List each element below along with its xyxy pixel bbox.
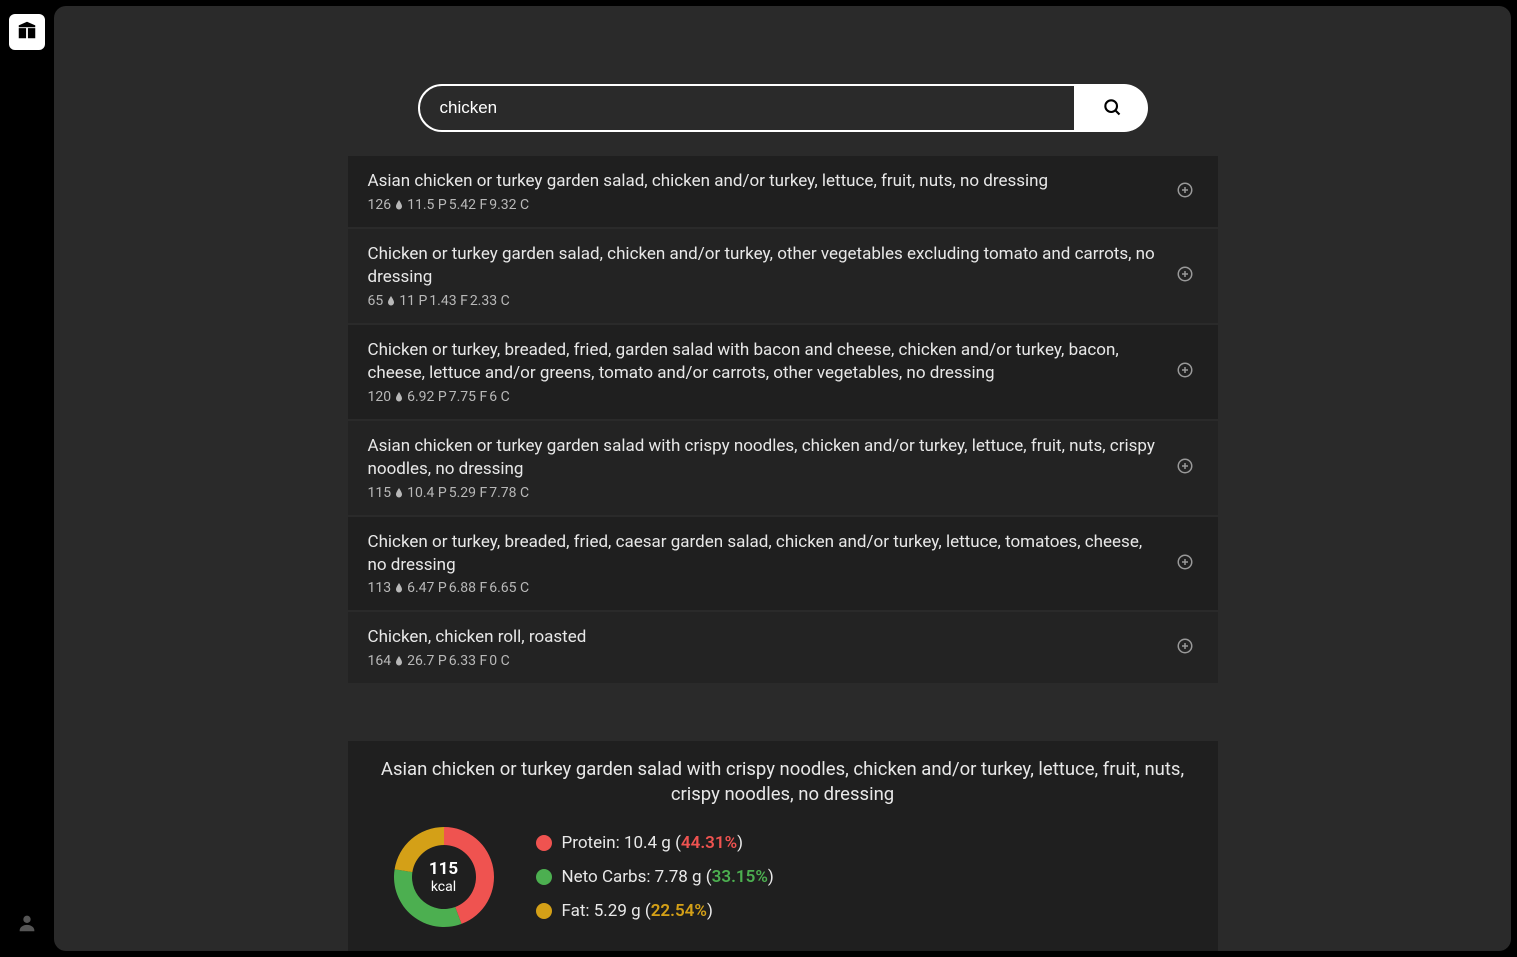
result-carbs: 0 C <box>489 653 509 669</box>
result-fat: 1.43 F <box>429 293 468 309</box>
add-food-button[interactable] <box>1172 359 1198 385</box>
detail-title: Asian chicken or turkey garden salad wit… <box>372 757 1194 807</box>
result-title: Chicken or turkey, breaded, fried, caesa… <box>368 531 1160 577</box>
result-protein: 11 P <box>399 293 427 309</box>
result-kcal: 120 <box>368 389 392 405</box>
main-panel: Asian chicken or turkey garden salad, ch… <box>54 6 1511 951</box>
result-title: Chicken or turkey, breaded, fried, garde… <box>368 339 1160 385</box>
result-row[interactable]: Chicken or turkey garden salad, chicken … <box>348 229 1218 323</box>
result-row[interactable]: Chicken or turkey, breaded, fried, garde… <box>348 325 1218 419</box>
plus-circle-icon <box>1176 637 1194 658</box>
result-fat: 6.33 F <box>449 653 488 669</box>
water-drop-icon <box>385 295 397 307</box>
plus-circle-icon <box>1176 181 1194 202</box>
sidebar-item-profile[interactable] <box>9 907 45 943</box>
result-title: Chicken or turkey garden salad, chicken … <box>368 243 1160 289</box>
plus-circle-icon <box>1176 265 1194 286</box>
plus-circle-icon <box>1176 457 1194 478</box>
result-protein: 11.5 P <box>407 197 447 213</box>
add-food-button[interactable] <box>1172 455 1198 481</box>
add-food-button[interactable] <box>1172 551 1198 577</box>
legend-protein-pct: 44.31% <box>681 833 737 853</box>
result-row[interactable]: Chicken or turkey, breaded, fried, caesa… <box>348 517 1218 611</box>
legend-carbs-pct: 33.15% <box>712 867 768 887</box>
food-detail-panel: Asian chicken or turkey garden salad wit… <box>348 741 1218 951</box>
result-kcal: 65 <box>368 293 384 309</box>
donut-kcal-value: 115 <box>429 859 458 879</box>
results-list[interactable]: Asian chicken or turkey garden salad, ch… <box>348 156 1218 741</box>
macro-legend: Protein: 10.4 g (44.31%) Neto Carbs: 7.7… <box>536 833 774 921</box>
result-protein: 26.7 P <box>407 653 447 669</box>
search-button[interactable] <box>1076 84 1148 132</box>
result-protein: 6.92 P <box>407 389 447 405</box>
result-protein: 6.47 P <box>407 580 447 596</box>
result-fat: 7.75 F <box>449 389 488 405</box>
package-icon <box>16 19 38 45</box>
water-drop-icon <box>393 199 405 211</box>
app-root: Asian chicken or turkey garden salad, ch… <box>0 0 1517 957</box>
result-kcal: 164 <box>368 653 392 669</box>
legend-fat: Fat: 5.29 g (22.54%) <box>536 901 774 921</box>
user-icon <box>16 912 38 938</box>
result-carbs: 9.32 C <box>489 197 529 213</box>
water-drop-icon <box>393 655 405 667</box>
water-drop-icon <box>393 391 405 403</box>
legend-protein-label: Protein: 10.4 g <box>562 833 671 853</box>
result-carbs: 6 C <box>489 389 509 405</box>
dot-protein-icon <box>536 835 552 851</box>
dot-fat-icon <box>536 903 552 919</box>
add-food-button[interactable] <box>1172 178 1198 204</box>
result-carbs: 6.65 C <box>489 580 529 596</box>
water-drop-icon <box>393 582 405 594</box>
result-row[interactable]: Chicken, chicken roll, roasted 164 26.7 P… <box>348 612 1218 683</box>
result-fat: 5.29 F <box>449 485 488 501</box>
result-macros: 113 6.47 P 6.88 F 6.65 C <box>368 580 1160 596</box>
search-icon <box>1102 97 1122 120</box>
legend-fat-label: Fat: 5.29 g <box>562 901 641 921</box>
result-carbs: 7.78 C <box>489 485 529 501</box>
result-macros: 164 26.7 P 6.33 F 0 C <box>368 653 1160 669</box>
legend-fat-pct: 22.54% <box>651 901 707 921</box>
result-macros: 120 6.92 P 7.75 F 6 C <box>368 389 1160 405</box>
result-fat: 6.88 F <box>449 580 488 596</box>
add-food-button[interactable] <box>1172 635 1198 661</box>
result-row[interactable]: Asian chicken or turkey garden salad, ch… <box>348 156 1218 227</box>
macro-donut-chart: 115 kcal <box>392 825 496 929</box>
result-kcal: 115 <box>368 485 392 501</box>
plus-circle-icon <box>1176 361 1194 382</box>
legend-carbs-label: Neto Carbs: 7.78 g <box>562 867 702 887</box>
sidebar-item-home[interactable] <box>9 14 45 50</box>
add-food-button[interactable] <box>1172 263 1198 289</box>
content: Asian chicken or turkey garden salad, ch… <box>348 6 1218 951</box>
result-title: Asian chicken or turkey garden salad, ch… <box>368 170 1160 193</box>
result-title: Chicken, chicken roll, roasted <box>368 626 1160 649</box>
result-kcal: 113 <box>368 580 392 596</box>
result-row[interactable]: Asian chicken or turkey garden salad wit… <box>348 421 1218 515</box>
legend-carbs: Neto Carbs: 7.78 g (33.15%) <box>536 867 774 887</box>
dot-carbs-icon <box>536 869 552 885</box>
result-kcal: 126 <box>368 197 392 213</box>
result-protein: 10.4 P <box>407 485 447 501</box>
result-title: Asian chicken or turkey garden salad wit… <box>368 435 1160 481</box>
plus-circle-icon <box>1176 553 1194 574</box>
result-carbs: 2.33 C <box>470 293 510 309</box>
result-macros: 65 11 P 1.43 F 2.33 C <box>368 293 1160 309</box>
search-input[interactable] <box>418 84 1076 132</box>
donut-kcal-unit: kcal <box>431 879 456 895</box>
search-row <box>348 84 1218 156</box>
sidebar <box>0 0 54 957</box>
legend-protein: Protein: 10.4 g (44.31%) <box>536 833 774 853</box>
result-macros: 126 11.5 P 5.42 F 9.32 C <box>368 197 1160 213</box>
result-macros: 115 10.4 P 5.29 F 7.78 C <box>368 485 1160 501</box>
result-fat: 5.42 F <box>449 197 488 213</box>
water-drop-icon <box>393 487 405 499</box>
